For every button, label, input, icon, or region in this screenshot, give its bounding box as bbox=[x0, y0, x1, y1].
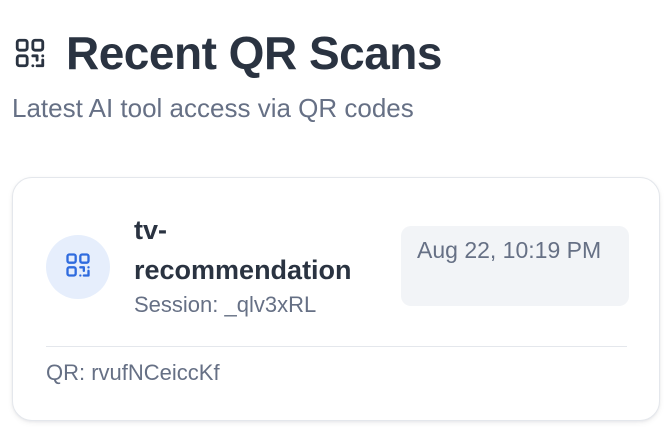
qr-code-id: QR: rvufNCeiccKf bbox=[46, 360, 220, 385]
session-id: Session: _qlv3xRL bbox=[134, 292, 317, 317]
qr-code-icon bbox=[12, 35, 48, 71]
page-header: Recent QR Scans Latest AI tool access vi… bbox=[12, 24, 660, 126]
page-subtitle: Latest AI tool access via QR codes bbox=[12, 93, 414, 123]
page-title: Recent QR Scans bbox=[66, 27, 442, 79]
card-divider bbox=[46, 346, 627, 347]
tool-avatar bbox=[46, 235, 110, 299]
recent-qr-scans-page: Recent QR Scans Latest AI tool access vi… bbox=[0, 0, 672, 436]
tool-name: tv-recommendation bbox=[134, 215, 352, 285]
title-row: Recent QR Scans bbox=[12, 24, 660, 82]
scan-timestamp: Aug 22, 10:19 PM bbox=[401, 226, 629, 306]
scan-card[interactable]: tv-recommendation Session: _qlv3xRL Aug … bbox=[12, 177, 660, 421]
qr-code-icon bbox=[64, 251, 92, 284]
